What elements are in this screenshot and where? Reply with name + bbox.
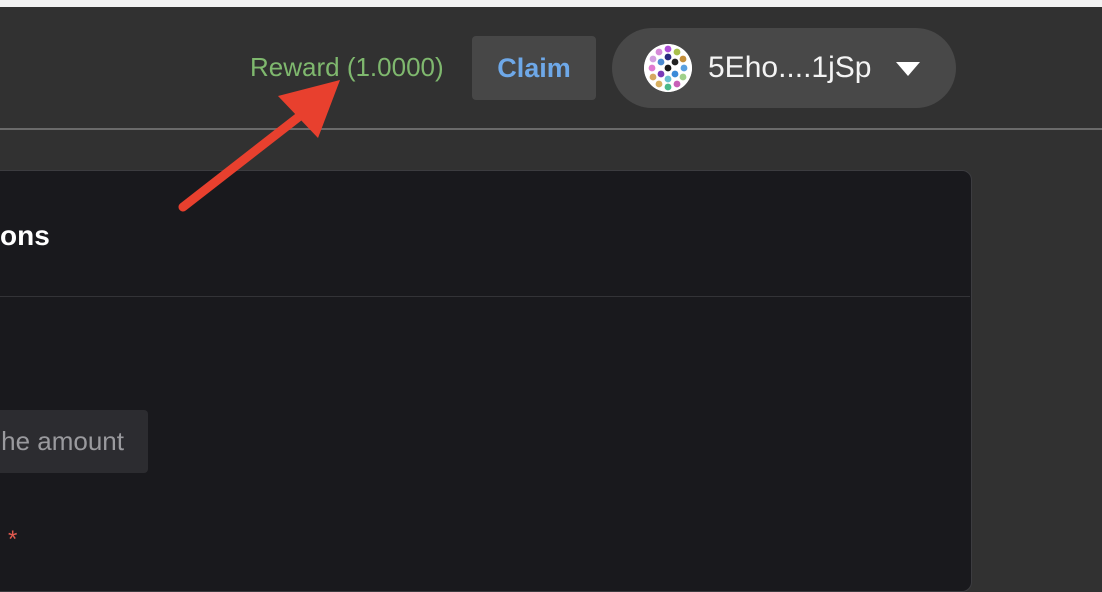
- identicon-icon: [644, 44, 692, 92]
- header-divider: [0, 128, 1102, 130]
- account-selector[interactable]: 5Eho....1jSp: [612, 28, 956, 108]
- window-top-edge: [0, 0, 1102, 7]
- reward-amount-label: Reward (1.0000): [250, 52, 444, 82]
- caret-down-icon[interactable]: [895, 61, 921, 77]
- claim-button[interactable]: Claim: [472, 36, 596, 100]
- required-marker: *: [8, 526, 18, 553]
- amount-input[interactable]: [0, 410, 148, 473]
- panel-divider: [0, 296, 970, 297]
- account-address: 5Eho....1jSp: [708, 51, 872, 84]
- account-avatar: [644, 44, 692, 92]
- panel-title: ons: [0, 220, 50, 251]
- form-panel: [0, 170, 972, 592]
